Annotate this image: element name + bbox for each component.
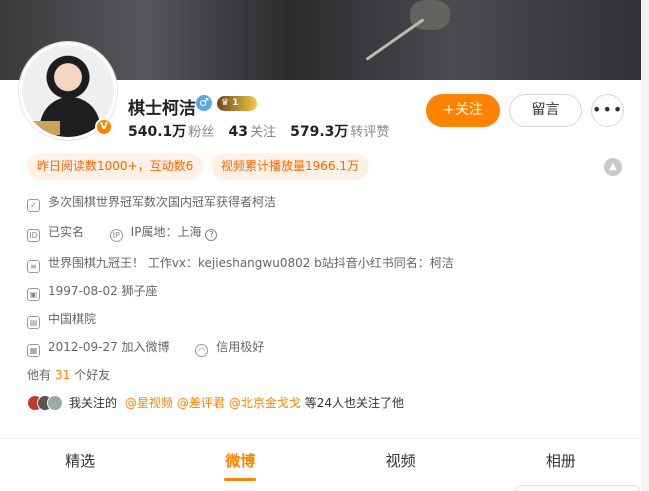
tab-video[interactable]: 视频 xyxy=(321,439,481,483)
mutual-user-link[interactable]: @星视频 xyxy=(125,396,173,410)
collapse-chevron-up-icon[interactable]: ▲ xyxy=(604,158,622,176)
tab-featured[interactable]: 精选 xyxy=(0,439,160,483)
document-icon: ≡ xyxy=(27,260,40,273)
friends-count[interactable]: 他有 31 个好友 xyxy=(27,366,110,383)
calendar-icon: ▦ xyxy=(27,344,40,357)
cover-decor-streak xyxy=(365,18,425,61)
mutual-follows: 我关注的 @星视频 @差评君 @北京金戈戈 等24人也关注了他 xyxy=(27,393,404,413)
stats-tag-reads[interactable]: 昨日阅读数1000+，互动数6 xyxy=(27,153,204,180)
id-card-icon: ID xyxy=(27,229,40,242)
profile-name: 棋士柯洁 xyxy=(128,99,196,119)
birthday-icon: ▣ xyxy=(27,288,40,301)
shield-icon: ✓ xyxy=(27,199,40,212)
credit-icon: ◠ xyxy=(195,344,209,357)
stats-tag-video-plays[interactable]: 视频累计播放量1966.1万 xyxy=(211,153,369,180)
building-icon: ▤ xyxy=(27,316,40,329)
info-join-credit: ▦ 2012-09-27 加入微博 ◠ 信用极好 xyxy=(27,337,264,357)
mutual-avatar[interactable] xyxy=(47,395,63,411)
info-birthday: ▣ 1997-08-02 狮子座 xyxy=(27,281,158,301)
scrollbar[interactable] xyxy=(641,0,649,491)
verified-badge-icon: V xyxy=(95,118,113,136)
stat-fans[interactable]: 540.1万 粉丝 xyxy=(128,124,214,140)
tab-album[interactable]: 相册 xyxy=(481,439,641,483)
info-company: ▤ 中国棋院 xyxy=(27,309,96,329)
profile-stats: 540.1万 粉丝 43 关注 579.3万 转评赞 xyxy=(128,121,399,141)
info-intro: ≡ 世界围棋九冠王！ 工作vx：kejieshangwu0802 b站抖音小红书同… xyxy=(27,253,454,273)
vip-badge[interactable]: ♛ 1 xyxy=(217,96,257,111)
friends-number[interactable]: 31 xyxy=(55,368,70,382)
stat-interactions[interactable]: 579.3万 转评赞 xyxy=(290,124,389,140)
mutual-user-link[interactable]: @差评君 xyxy=(177,396,225,410)
info-realname-ip: ID 已实名 IP IP属地：上海? xyxy=(27,222,218,242)
more-options-button[interactable]: ••• xyxy=(591,94,624,127)
search-pill[interactable] xyxy=(515,485,640,491)
vip-level: 1 xyxy=(232,98,239,108)
mutual-user-link[interactable]: @北京金戈戈 xyxy=(229,396,301,410)
tab-weibo[interactable]: 微博 xyxy=(160,439,320,483)
male-icon: ♂ xyxy=(196,95,212,111)
profile-tabs: 精选 微博 视频 相册 xyxy=(0,439,641,483)
info-verification: ✓ 多次围棋世界冠军数次国内冠军获得者柯洁 xyxy=(27,192,276,212)
message-button[interactable]: 留言 xyxy=(509,94,582,127)
follow-button[interactable]: +关注 xyxy=(426,94,500,127)
avatar-go-board xyxy=(30,121,60,135)
help-icon[interactable]: ? xyxy=(205,229,218,241)
ip-location-icon: IP xyxy=(109,229,123,242)
stat-following[interactable]: 43 关注 xyxy=(228,124,276,140)
